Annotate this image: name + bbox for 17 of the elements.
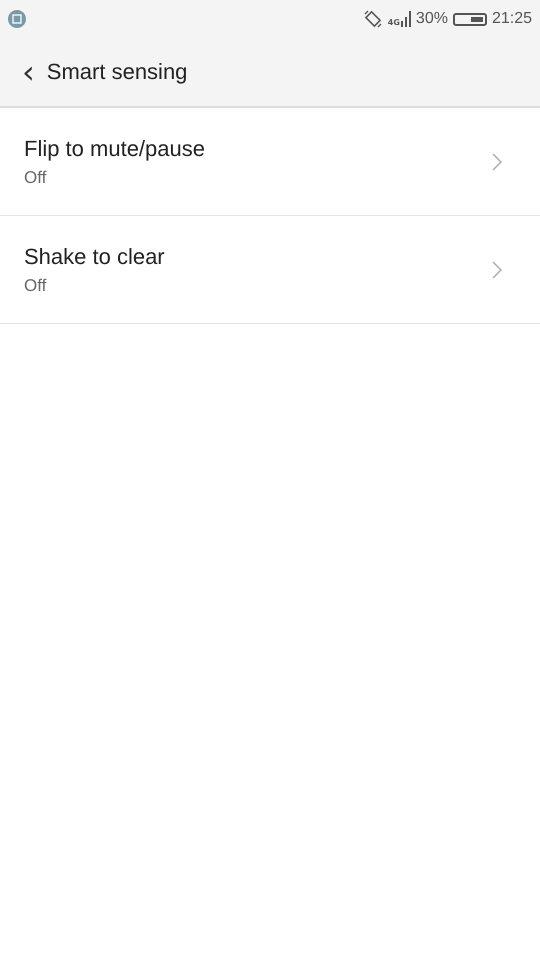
chevron-right-icon [492,152,502,170]
battery-percent: 30% [416,10,448,28]
notification-icon [8,10,26,28]
battery-icon [452,12,487,26]
setting-value: Off [24,168,48,188]
clock: 21:25 [492,10,532,28]
chevron-right-icon [492,260,502,278]
settings-item[interactable]: Shake to clear Off [0,216,540,324]
page-title: Smart sensing [46,59,188,85]
network-label: 4G [388,18,400,27]
signal-icon [400,11,411,27]
back-button[interactable]: ‹ [18,56,39,88]
setting-title: Flip to mute/pause [24,136,205,162]
setting-value: Off [24,276,48,296]
setting-title: Shake to clear [24,244,165,270]
auto-rotate-icon [362,9,383,29]
settings-item[interactable]: Flip to mute/pause Off [0,108,540,216]
